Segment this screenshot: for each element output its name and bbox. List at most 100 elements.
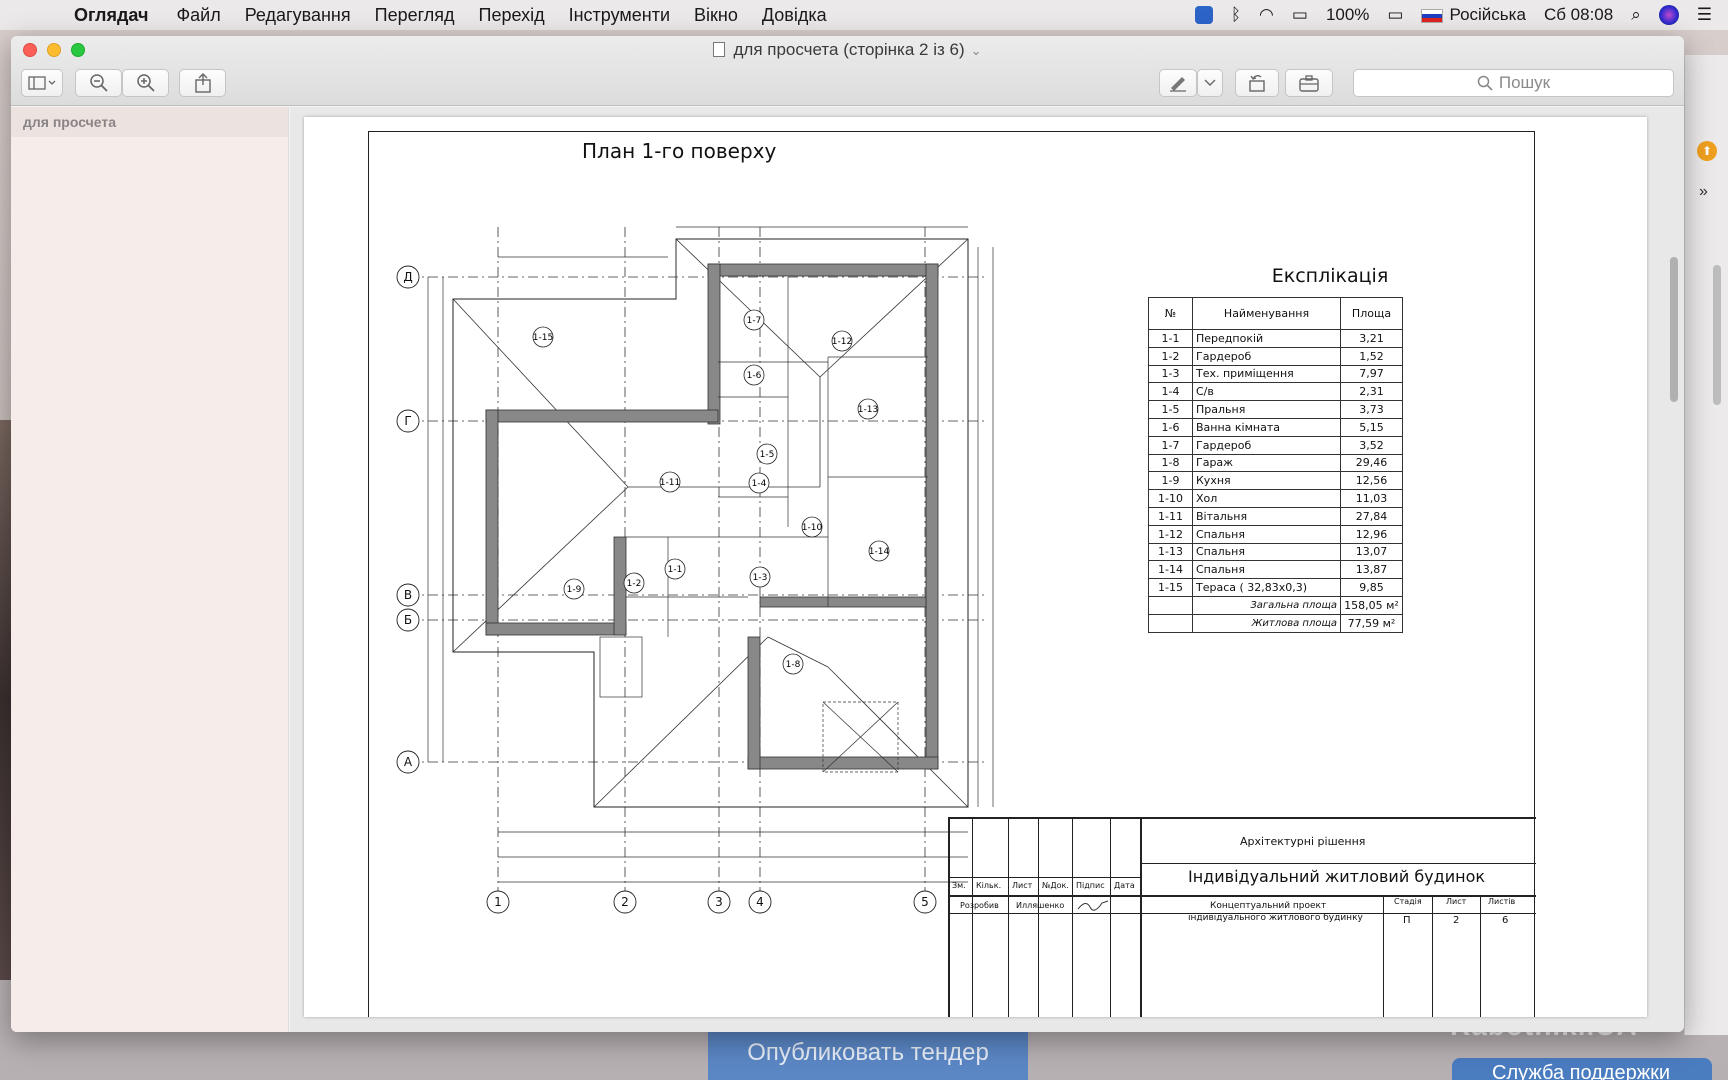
- rotate-button[interactable]: [1235, 69, 1279, 97]
- wifi-icon[interactable]: ◠: [1259, 5, 1274, 25]
- chevron-down-icon: [1204, 79, 1216, 86]
- room-area: 12,96: [1340, 524, 1403, 544]
- room-name: Гараж: [1192, 453, 1341, 473]
- table-row: 1-13 Спальня 13,07: [1148, 542, 1403, 562]
- input-language[interactable]: Російська: [1421, 5, 1526, 25]
- preview-window: для просчета (сторінка 2 із 6) ⌄ Пошук д…: [11, 36, 1684, 1032]
- table-header-number: №: [1148, 297, 1193, 330]
- publish-tender-button[interactable]: Опубликовать тендер: [708, 1028, 1028, 1080]
- room-number: 1-6: [1148, 417, 1193, 437]
- room-number: 1-15: [1148, 578, 1193, 597]
- empty-cell: [1148, 595, 1193, 615]
- table-row: 1-5 Пральня 3,73: [1148, 400, 1403, 419]
- bluetooth-icon[interactable]: ᛒ: [1231, 5, 1241, 25]
- sidebar-toggle-button[interactable]: [21, 69, 63, 97]
- col-sheet: Лист: [1012, 881, 1033, 890]
- room-number: 1-14: [1148, 560, 1193, 580]
- sheets-label: Листів: [1488, 897, 1516, 906]
- chevron-down-icon[interactable]: ⌄: [971, 43, 982, 58]
- zoom-in-button[interactable]: [122, 69, 169, 97]
- clock[interactable]: Сб 08:08: [1544, 5, 1613, 25]
- table-row: 1-3 Тех. приміщення 7,97: [1148, 364, 1403, 384]
- airplay-icon[interactable]: ▭: [1292, 5, 1308, 25]
- room-number: 1-9: [1148, 471, 1193, 491]
- expand-icon[interactable]: »: [1699, 183, 1708, 201]
- app-status-icon[interactable]: [1194, 6, 1213, 24]
- axis-label-5: 5: [921, 895, 929, 909]
- background-scrollbar[interactable]: [1713, 265, 1721, 405]
- table-row: 1-9 Кухня 12,56: [1148, 471, 1403, 491]
- room-area: 3,52: [1340, 435, 1403, 455]
- developed-label: Розробив: [960, 901, 999, 910]
- pdf-page: План 1-го поверху Д Г В Б А 1 2 3 4 5 1-…: [304, 117, 1647, 1017]
- col-signature: Підпис: [1076, 881, 1105, 890]
- table-row: 1-6 Ванна кімната 5,15: [1148, 417, 1403, 437]
- room-tag-label: 1-9: [567, 585, 582, 595]
- floor-plan-drawing: Д Г В Б А 1 2 3 4 5 1-15 1-7 1-12 1-6 1-13 1-…: [396, 226, 994, 914]
- explication-table: № Найменування Площа 1-1 Передпокій 3,21 1-…: [1148, 297, 1403, 633]
- siri-icon[interactable]: [1658, 5, 1679, 25]
- axis-label-g: Г: [404, 414, 411, 428]
- room-name: Кухня: [1192, 471, 1341, 491]
- sidebar-header[interactable]: для просчета: [11, 107, 288, 137]
- room-number: 1-10: [1148, 489, 1193, 508]
- stage-value: П: [1403, 915, 1411, 926]
- battery-percent: 100%: [1325, 5, 1370, 24]
- toolbox-button[interactable]: [1285, 69, 1333, 97]
- zoom-out-button[interactable]: [75, 69, 122, 97]
- table-row: 1-8 Гараж 29,46: [1148, 453, 1403, 473]
- background-page-edge: ⬆ »: [1684, 55, 1728, 1035]
- spotlight-search-icon[interactable]: ⌕: [1631, 5, 1641, 25]
- menu-tools[interactable]: Інструменти: [569, 5, 670, 26]
- room-name: Спальня: [1192, 542, 1341, 562]
- col-date: Дата: [1114, 881, 1135, 890]
- menu-view[interactable]: Перегляд: [375, 5, 455, 26]
- room-tag-label: 1-4: [752, 479, 767, 489]
- title-block-name: Індивідуальний житловий будинок: [1188, 867, 1486, 886]
- support-button[interactable]: Служба поддержки: [1452, 1058, 1712, 1080]
- room-tag-label: 1-11: [660, 478, 680, 488]
- table-row: 1-2 Гардероб 1,52: [1148, 346, 1403, 366]
- room-area: 2,31: [1340, 382, 1403, 402]
- menu-bar: Оглядач Файл Редагування Перегляд Перехі…: [0, 0, 1728, 30]
- document-view[interactable]: План 1-го поверху Д Г В Б А 1 2 3 4 5 1-…: [290, 107, 1684, 1032]
- table-row: 1-1 Передпокій 3,21: [1148, 329, 1403, 348]
- window-title-text: для просчета (сторінка 2 із 6): [733, 40, 965, 59]
- markup-button[interactable]: [1159, 69, 1197, 97]
- room-area: 3,21: [1340, 329, 1403, 348]
- menu-go[interactable]: Перехід: [479, 5, 545, 26]
- menu-help[interactable]: Довідка: [762, 5, 827, 26]
- room-area: 5,15: [1340, 417, 1403, 437]
- markup-dropdown-button[interactable]: [1197, 69, 1223, 97]
- room-name: Гардероб: [1192, 435, 1341, 455]
- search-icon: [1477, 75, 1493, 91]
- menu-edit[interactable]: Редагування: [245, 5, 351, 26]
- rotate-icon: [1249, 75, 1265, 92]
- author-name: Илляшенко: [1016, 901, 1065, 910]
- sheet-label: Лист: [1446, 897, 1467, 906]
- room-number: 1-13: [1148, 542, 1193, 562]
- room-tag-label: 1-3: [753, 573, 768, 583]
- notification-center-icon[interactable]: ☰: [1697, 5, 1712, 25]
- title-block-section: Архітектурні рішення: [1240, 835, 1366, 848]
- table-row: 1-15 Тераса ( 32,83х0,3) 9,85: [1148, 578, 1403, 597]
- table-row: 1-14 Спальня 13,87: [1148, 560, 1403, 580]
- room-number: 1-1: [1148, 329, 1193, 348]
- vertical-scrollbar[interactable]: [1670, 257, 1678, 402]
- battery-icon[interactable]: ▭: [1387, 5, 1403, 25]
- col-doc: №Док.: [1042, 881, 1069, 890]
- menu-window[interactable]: Вікно: [694, 5, 738, 26]
- room-number: 1-4: [1148, 382, 1193, 402]
- notification-icon[interactable]: ⬆: [1697, 141, 1717, 161]
- room-name: Ванна кімната: [1192, 417, 1341, 437]
- share-button[interactable]: [179, 69, 226, 97]
- search-field[interactable]: Пошук: [1353, 69, 1674, 97]
- room-number: 1-7: [1148, 435, 1193, 455]
- living-area-row: Житлова площа 77,59 м²: [1148, 613, 1403, 633]
- menu-file[interactable]: Файл: [176, 5, 220, 26]
- window-title[interactable]: для просчета (сторінка 2 із 6) ⌄: [11, 40, 1684, 60]
- room-area: 12,56: [1340, 471, 1403, 491]
- room-area: 27,84: [1340, 506, 1403, 526]
- app-menu[interactable]: Оглядач: [74, 5, 148, 26]
- room-name: Передпокій: [1192, 329, 1341, 348]
